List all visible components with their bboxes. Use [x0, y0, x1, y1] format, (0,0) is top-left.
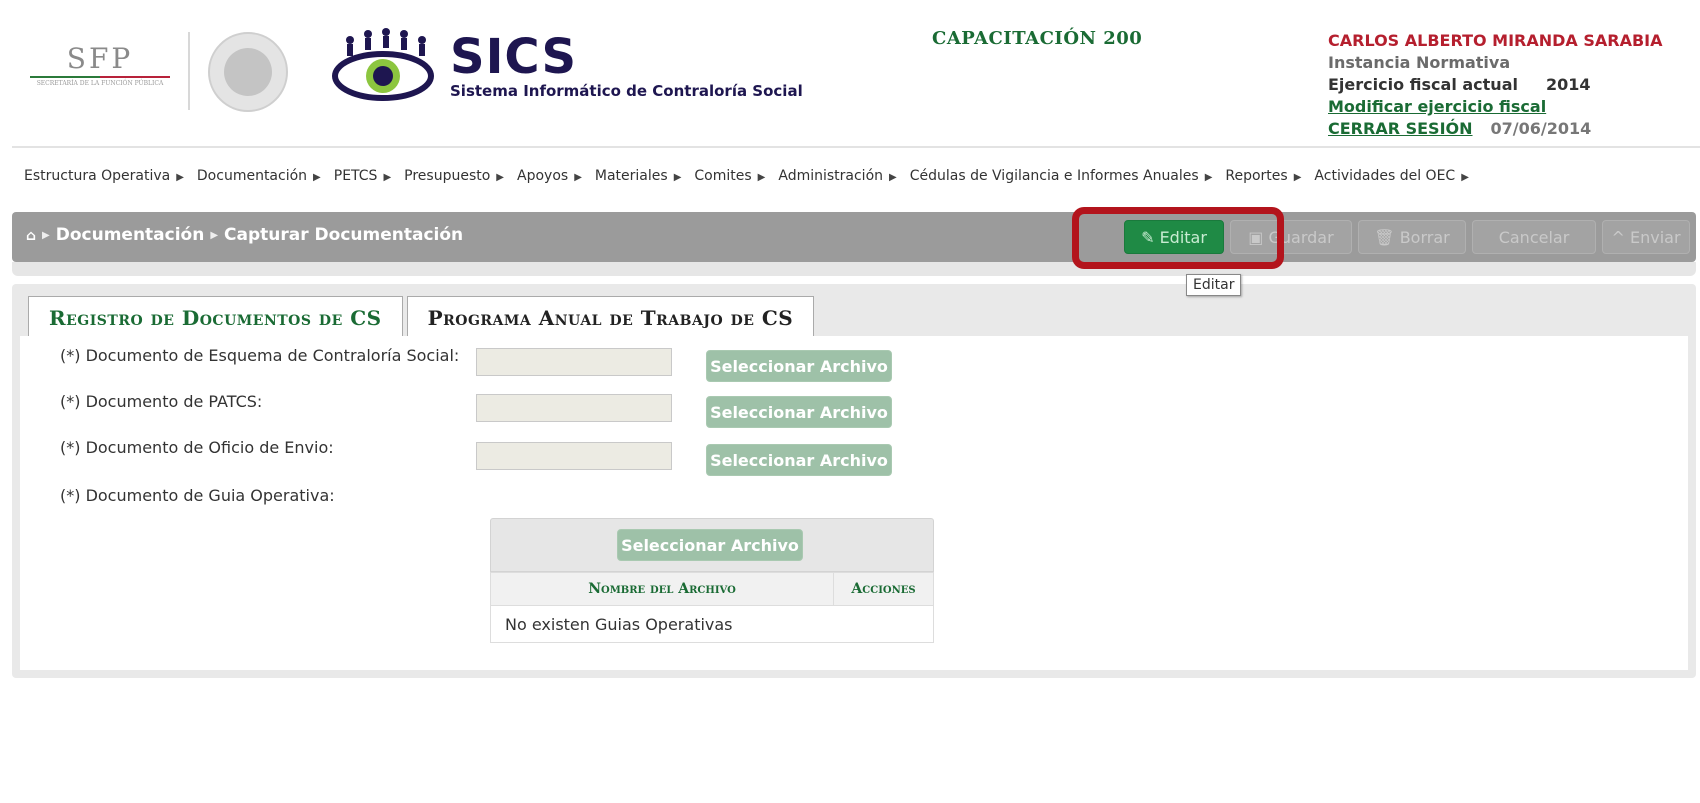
user-panel: CARLOS ALBERTO MIRANDA SARABIA Instancia…: [1328, 30, 1688, 140]
table-row: No existen Guias Operativas: [490, 605, 934, 643]
column-header-filename: Nombre del Archivo: [490, 572, 834, 606]
delete-button-label: Borrar: [1399, 228, 1450, 247]
guia-field-label: (*) Documento de Guia Operativa:: [60, 486, 335, 505]
sfp-logo: SFP SECRETARÍA DE LA FUNCIÓN PÚBLICA: [26, 44, 174, 110]
chevron-up-icon: ^: [1611, 228, 1630, 247]
edit-tooltip: Editar: [1186, 274, 1242, 296]
session-date: 07/06/2014: [1490, 119, 1592, 138]
menu-materiales[interactable]: Materiales ▶: [595, 168, 682, 190]
menu-label: Materiales: [594, 168, 668, 184]
menu-actividades-oec[interactable]: Actividades del OEC ▶: [1314, 168, 1468, 190]
column-header-actions: Acciones: [833, 572, 934, 606]
fiscal-year-row: Ejercicio fiscal actual 2014: [1328, 74, 1688, 96]
cancel-button[interactable]: Cancelar: [1472, 220, 1596, 254]
guia-operativa-section: Seleccionar Archivo Nombre del Archivo A…: [490, 518, 934, 643]
oficio-file-input[interactable]: [476, 442, 672, 470]
tab-registro-documentos[interactable]: Registro de Documentos de CS: [28, 296, 403, 339]
app-logo-title: SICS: [450, 29, 578, 85]
menu-label: Cédulas de Vigilancia e Informes Anuales: [909, 168, 1199, 184]
menu-estructura-operativa[interactable]: Estructura Operativa ▶: [24, 168, 184, 190]
menu-label: Actividades del OEC: [1314, 168, 1456, 184]
menu-reportes[interactable]: Reportes ▶: [1225, 168, 1301, 190]
caret-right-icon: ▶: [176, 172, 184, 183]
table-header-row: Nombre del Archivo Acciones: [490, 572, 934, 606]
menu-documentacion[interactable]: Documentación ▶: [197, 168, 321, 190]
caret-right-icon: ▶: [42, 230, 50, 241]
guia-select-file-button[interactable]: Seleccionar Archivo: [617, 529, 803, 561]
caret-right-icon: ▶: [210, 230, 219, 241]
menu-label: Documentación: [196, 168, 308, 184]
esquema-field-label: (*) Documento de Esquema de Contraloría …: [60, 346, 460, 365]
sics-eye-logo-icon: [332, 28, 434, 101]
caret-right-icon: ▶: [383, 172, 392, 183]
caret-right-icon: ▶: [889, 172, 897, 183]
main-menu: Estructura Operativa ▶ Documentación ▶ PET…: [24, 168, 1482, 190]
patcs-file-input[interactable]: [476, 394, 672, 422]
menu-label: Apoyos: [517, 168, 569, 184]
home-icon[interactable]: ⌂: [26, 228, 36, 244]
header-divider: [12, 146, 1700, 148]
breadcrumb-capturar-documentacion: Capturar Documentación: [224, 225, 464, 245]
oficio-select-file-button[interactable]: Seleccionar Archivo: [706, 444, 892, 476]
menu-comites[interactable]: Comites ▶: [694, 168, 765, 190]
esquema-select-file-button[interactable]: Seleccionar Archivo: [706, 350, 892, 382]
caret-right-icon: ▶: [757, 172, 766, 183]
oficio-field-label: (*) Documento de Oficio de Envio:: [60, 438, 334, 457]
tab-programa-anual[interactable]: Programa Anual de Trabajo de CS: [406, 296, 815, 339]
mexico-seal-icon: [208, 32, 288, 112]
page-header: SFP SECRETARÍA DE LA FUNCIÓN PÚBLICA SIC…: [0, 0, 1700, 148]
document-panel: Registro de Documentos de CS Programa An…: [12, 284, 1696, 678]
menu-label: Administración: [778, 168, 884, 184]
caret-right-icon: ▶: [1293, 172, 1302, 183]
modify-fiscal-year-link[interactable]: Modificar ejercicio fiscal: [1328, 97, 1546, 116]
send-button-label: Enviar: [1629, 228, 1681, 247]
menu-label: Estructura Operativa: [24, 168, 171, 184]
delete-button[interactable]: 🗑 Borrar: [1358, 220, 1466, 254]
environment-label: CAPACITACIÓN 200: [932, 28, 1143, 49]
logout-link[interactable]: CERRAR SESIÓN: [1328, 119, 1473, 138]
action-toolbar: ⌂ ▶ Documentación ▶ Capturar Documentación ✎…: [12, 212, 1696, 262]
send-button[interactable]: ^ Enviar: [1602, 220, 1690, 254]
breadcrumb-documentacion[interactable]: Documentación: [56, 225, 205, 245]
guia-upload-bar: Seleccionar Archivo: [490, 518, 934, 572]
patcs-field-label: (*) Documento de PATCS:: [60, 392, 263, 411]
caret-right-icon: ▶: [313, 172, 321, 183]
tab-bar: Registro de Documentos de CS Programa An…: [28, 296, 818, 339]
esquema-file-input[interactable]: [476, 348, 672, 376]
menu-presupuesto[interactable]: Presupuesto ▶: [404, 168, 504, 190]
empty-table-message: No existen Guias Operativas: [490, 605, 934, 643]
trash-icon: 🗑: [1374, 228, 1400, 247]
cancel-button-label: Cancelar: [1498, 228, 1570, 247]
user-role: Instancia Normativa: [1328, 53, 1511, 72]
caret-right-icon: ▶: [1461, 172, 1469, 183]
menu-cedulas-vigilancia[interactable]: Cédulas de Vigilancia e Informes Anuales…: [910, 168, 1213, 190]
menu-label: Comites: [694, 168, 752, 184]
logo-divider: [188, 32, 190, 110]
menu-administracion[interactable]: Administración ▶: [778, 168, 896, 190]
caret-right-icon: ▶: [673, 172, 682, 183]
fiscal-year-label: Ejercicio fiscal actual: [1328, 75, 1518, 94]
menu-label: PETCS: [333, 168, 378, 184]
sfp-logo-subtitle: SECRETARÍA DE LA FUNCIÓN PÚBLICA: [36, 80, 164, 87]
breadcrumb: ⌂ ▶ Documentación ▶ Capturar Documentación: [26, 225, 463, 245]
caret-right-icon: ▶: [1204, 172, 1213, 183]
menu-label: Presupuesto: [404, 168, 491, 184]
user-name: CARLOS ALBERTO MIRANDA SARABIA: [1328, 31, 1663, 50]
app-logo-subtitle: Sistema Informático de Contraloría Socia…: [450, 82, 803, 100]
fiscal-year-value: 2014: [1545, 75, 1591, 94]
menu-label: Reportes: [1225, 168, 1288, 184]
toolbar-underbar: [12, 262, 1696, 276]
guia-files-table: Nombre del Archivo Acciones No existen G…: [490, 572, 934, 643]
edit-highlight-annotation: [1072, 207, 1284, 269]
sfp-logo-text: SFP: [66, 42, 134, 75]
sfp-logo-line: [30, 76, 170, 78]
caret-right-icon: ▶: [496, 172, 504, 183]
caret-right-icon: ▶: [574, 172, 582, 183]
menu-petcs[interactable]: PETCS ▶: [334, 168, 391, 190]
menu-apoyos[interactable]: Apoyos ▶: [517, 168, 582, 190]
patcs-select-file-button[interactable]: Seleccionar Archivo: [706, 396, 892, 428]
